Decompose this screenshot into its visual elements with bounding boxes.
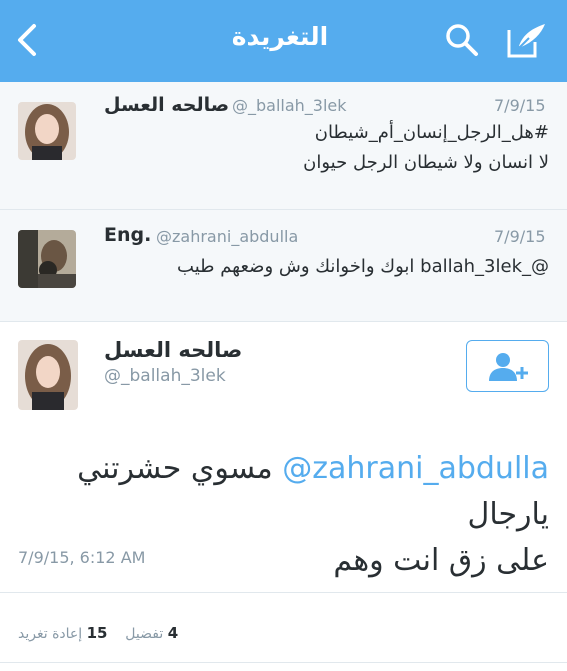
avatar[interactable] — [18, 340, 78, 410]
search-icon[interactable] — [444, 22, 480, 58]
retweets-label[interactable]: إعادة تغريد — [18, 626, 82, 642]
tweet-timestamp: 7/9/15, 6:12 AM — [18, 548, 146, 567]
chevron-left-icon[interactable] — [10, 18, 46, 62]
mention-link[interactable]: @zahrani_abdulla — [282, 451, 549, 486]
author-name: صالحه العسل — [104, 94, 230, 116]
author-name: Eng. — [104, 224, 152, 246]
avatar[interactable] — [18, 102, 76, 160]
author-handle: @_ballah_3lek — [232, 96, 347, 115]
avatar[interactable] — [18, 230, 76, 288]
tweet-stats: 4 تفضيل 15 إعادة تغريد — [18, 624, 178, 642]
tweet-time: 7/9/15 — [494, 96, 546, 115]
likes-count[interactable]: 4 — [168, 624, 178, 642]
reply-tweet[interactable]: Eng. @zahrani_abdulla 7/9/15 @_ballah_3l… — [0, 210, 567, 322]
divider — [0, 592, 567, 593]
add-user-icon — [489, 353, 528, 381]
reply-tweet[interactable]: صالحه العسل @_ballah_3lek 7/9/15 #هل_الر… — [0, 82, 567, 210]
tweet-text-line: لا انسان ولا شيطان الرجل حيوان — [303, 152, 549, 173]
tweet-text-line: @_ballah_3lek ابوك واخوانك وش وضعهم طيب — [177, 256, 549, 277]
follow-button[interactable] — [466, 340, 549, 392]
author-handle: @_ballah_3lek — [104, 366, 226, 386]
divider — [0, 662, 567, 663]
main-tweet: صالحه العسل @_ballah_3lek @zahrani_abdul… — [0, 322, 567, 671]
author-handle: @zahrani_abdulla — [156, 227, 299, 246]
tweet-text-line: @zahrani_abdulla مسوي حشرتني يارجال — [9, 446, 549, 538]
compose-icon[interactable] — [505, 20, 549, 60]
tweet-time: 7/9/15 — [494, 227, 546, 246]
author-name: صالحه العسل — [104, 338, 243, 362]
retweets-count[interactable]: 15 — [87, 624, 108, 642]
tweet-text-line: #هل_الرجل_إنسان_أم_شيطان — [314, 122, 549, 143]
likes-label[interactable]: تفضيل — [125, 626, 163, 642]
page-title: التغريدة — [231, 22, 329, 51]
top-bar: التغريدة — [0, 0, 567, 82]
